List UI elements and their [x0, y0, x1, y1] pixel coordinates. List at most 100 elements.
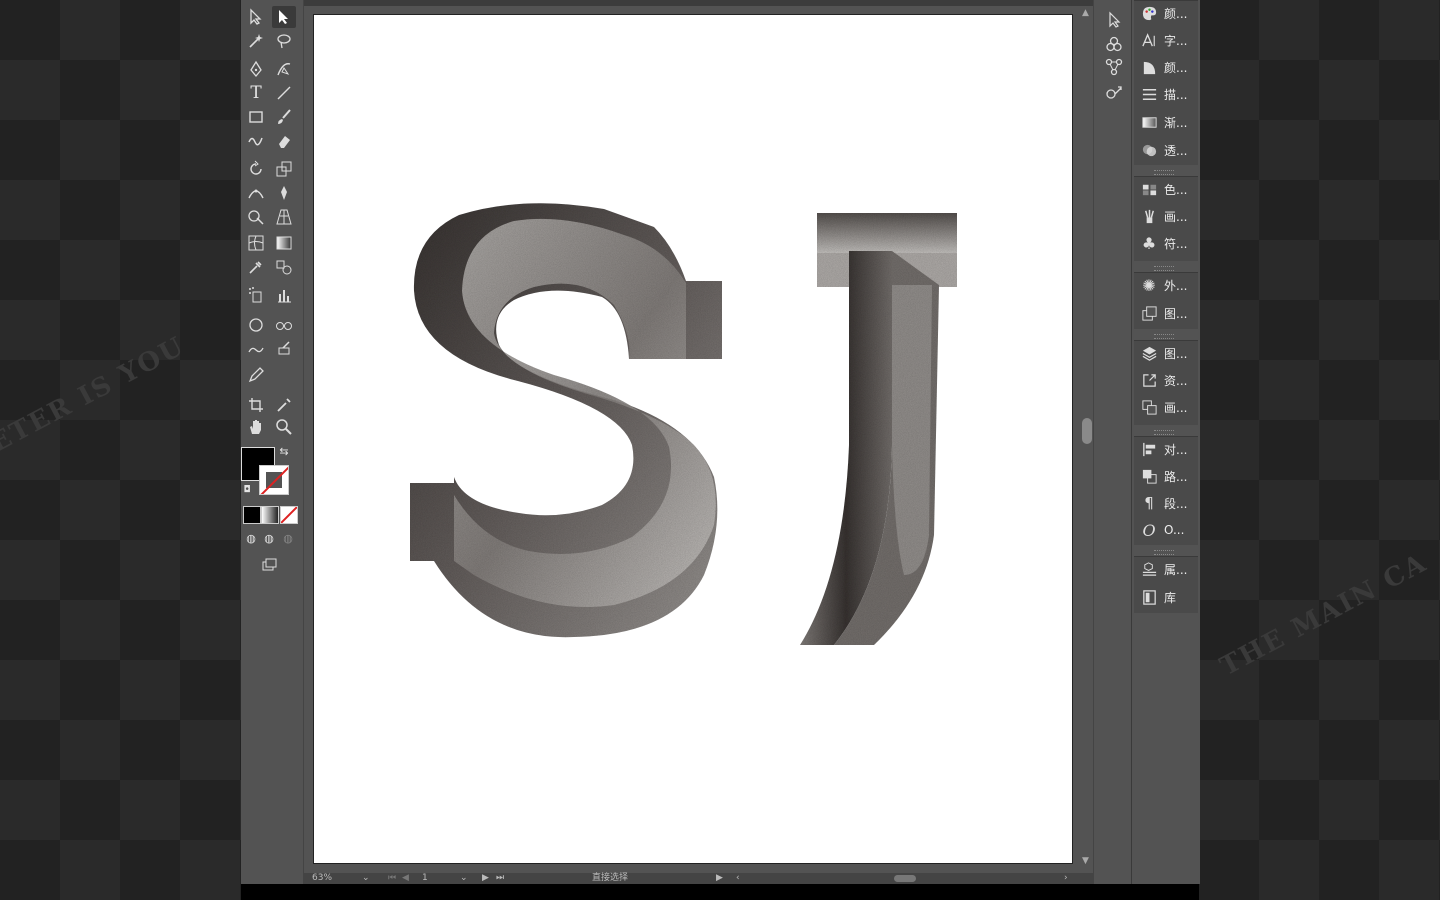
nodes-icon[interactable] — [1104, 57, 1124, 77]
zoom-level[interactable]: 63% — [312, 873, 332, 884]
none-mode-icon[interactable] — [280, 506, 298, 524]
gradient-tool-icon[interactable] — [272, 232, 296, 254]
sj-artwork[interactable] — [314, 15, 1072, 863]
panel-grip[interactable] — [1154, 430, 1174, 435]
prev-artboard-icon[interactable]: ◀ — [402, 873, 409, 884]
hscroll-left-icon[interactable]: ‹ — [736, 873, 740, 884]
panel-brushes[interactable]: 画... — [1138, 205, 1198, 227]
panel-layers[interactable]: 图... — [1138, 342, 1198, 364]
panel-swatches[interactable]: 色... — [1138, 178, 1198, 200]
panel-properties[interactable]: 属... — [1138, 558, 1198, 580]
select-arrow-icon[interactable] — [1104, 10, 1124, 30]
gradient-icon — [1138, 112, 1160, 132]
artboard-tool-icon[interactable] — [244, 314, 268, 336]
panel-label: 透... — [1164, 143, 1188, 158]
first-artboard-icon[interactable]: ⏮ — [388, 873, 396, 884]
paragraph-icon: ¶ — [1144, 494, 1154, 512]
color-mode-icon[interactable] — [243, 506, 261, 524]
column-graph-icon[interactable] — [272, 284, 296, 306]
eyedropper-icon[interactable] — [244, 256, 268, 278]
layers-icon — [1138, 343, 1160, 363]
screen-mode-icon[interactable] — [257, 554, 281, 576]
panel-grip[interactable] — [1154, 170, 1174, 175]
panel-grip[interactable] — [1154, 334, 1174, 339]
lasso-icon[interactable] — [272, 30, 296, 52]
scroll-thumb[interactable] — [1082, 418, 1092, 444]
rectangle-icon[interactable] — [244, 106, 268, 128]
draw-behind-icon[interactable]: ◍ — [261, 530, 277, 546]
paintbrush-icon[interactable] — [272, 106, 296, 128]
panel-gradient[interactable]: 渐... — [1138, 111, 1198, 133]
scale-icon[interactable] — [272, 158, 296, 180]
pencil-icon[interactable] — [244, 364, 268, 386]
artboard-number[interactable]: 1 — [422, 873, 428, 884]
panel-symbols[interactable]: ♣ 符... — [1138, 232, 1198, 254]
panel-label: 图... — [1164, 306, 1188, 321]
panel-grip[interactable] — [1154, 266, 1174, 271]
pen-icon[interactable] — [244, 58, 268, 80]
hscroll-thumb[interactable] — [894, 875, 916, 882]
puppet-warp-icon[interactable] — [272, 182, 296, 204]
panel-opentype[interactable]: O O... — [1138, 519, 1198, 541]
panel-grip[interactable] — [1154, 550, 1174, 555]
panel-stroke[interactable]: 描... — [1138, 83, 1198, 105]
panel-align[interactable]: 对... — [1138, 438, 1198, 460]
last-artboard-icon[interactable]: ⏭ — [496, 873, 504, 884]
rings-icon[interactable] — [1104, 34, 1124, 54]
slice-icon[interactable] — [272, 314, 296, 336]
letter-j[interactable] — [800, 213, 957, 645]
curvature-icon[interactable] — [272, 58, 296, 80]
blend-icon[interactable] — [272, 256, 296, 278]
link-icon[interactable] — [1104, 82, 1124, 102]
next-artboard-icon[interactable]: ▶ — [482, 873, 489, 884]
hand-icon[interactable] — [244, 416, 268, 438]
panel-paragraph[interactable]: ¶ 段... — [1138, 492, 1198, 514]
swap-colors-icon[interactable]: ⇆ — [277, 444, 291, 458]
gradient-mode-icon[interactable] — [261, 506, 279, 524]
line-segment-icon[interactable] — [272, 82, 296, 104]
perspective-grid-icon[interactable] — [272, 206, 296, 228]
shaper-icon[interactable] — [244, 130, 268, 152]
opentype-icon: O — [1142, 520, 1156, 540]
panel-libraries[interactable]: 库 — [1138, 586, 1198, 608]
stroke-color-swatch[interactable] — [259, 465, 289, 495]
panel-color-guide[interactable]: 颜... — [1138, 56, 1198, 78]
artboard-dropdown-icon[interactable]: ⌄ — [460, 873, 468, 884]
zoom-dropdown-icon[interactable]: ⌄ — [362, 873, 370, 884]
panel-artboards[interactable]: 画... — [1138, 396, 1198, 418]
magic-wand-icon[interactable] — [244, 30, 268, 52]
scroll-down-icon[interactable]: ▼ — [1082, 856, 1089, 866]
default-colors-icon[interactable]: ◘ — [241, 484, 253, 496]
panel-color[interactable]: 颜... — [1138, 2, 1198, 24]
eyedropper-alt-icon[interactable] — [272, 394, 296, 416]
knife-icon[interactable] — [272, 338, 296, 360]
transparency-icon — [1138, 140, 1160, 160]
panel-appearance[interactable]: ✺ 外... — [1138, 274, 1198, 296]
artboard[interactable] — [313, 14, 1073, 864]
eraser-icon[interactable] — [272, 130, 296, 152]
type-tool-icon[interactable]: T — [244, 82, 268, 104]
scissors-icon[interactable] — [244, 338, 268, 360]
zoom-icon[interactable] — [272, 416, 296, 438]
panel-character[interactable]: 字... — [1138, 29, 1198, 51]
rotate-icon[interactable] — [244, 158, 268, 180]
panel-asset-export[interactable]: 资... — [1138, 369, 1198, 391]
hscroll-right-icon[interactable]: › — [1064, 873, 1068, 884]
panel-transparency[interactable]: 透... — [1138, 139, 1198, 161]
vertical-scrollbar[interactable]: ▲ ▼ — [1080, 6, 1093, 874]
crop-icon[interactable] — [244, 394, 268, 416]
draw-normal-icon[interactable]: ◍ — [243, 530, 259, 546]
draw-inside-icon[interactable]: ◍ — [280, 530, 296, 546]
panel-pathfinder[interactable]: 路... — [1138, 465, 1198, 487]
direct-selection-tool-icon[interactable] — [272, 6, 296, 28]
shape-builder-icon[interactable] — [244, 206, 268, 228]
letter-s[interactable] — [410, 203, 722, 638]
symbol-sprayer-icon[interactable] — [244, 284, 268, 306]
scroll-up-icon[interactable]: ▲ — [1082, 8, 1089, 18]
panel-graphic-styles[interactable]: 图... — [1138, 302, 1198, 324]
status-menu-icon[interactable]: ▶ — [716, 873, 723, 884]
mesh-icon[interactable] — [244, 232, 268, 254]
width-tool-icon[interactable] — [244, 182, 268, 204]
selection-tool-icon[interactable] — [244, 6, 268, 28]
appearance-icon: ✺ — [1142, 275, 1156, 295]
